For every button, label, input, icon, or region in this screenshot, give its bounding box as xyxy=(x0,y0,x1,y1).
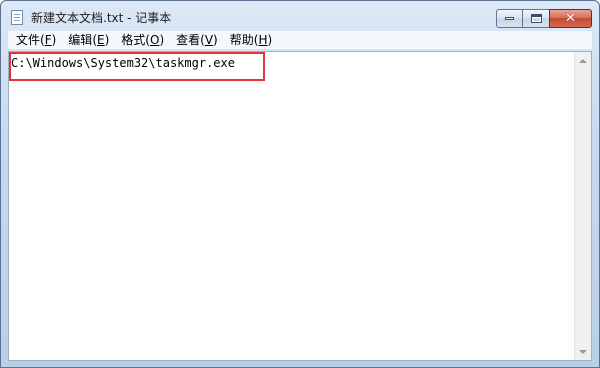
scroll-down-arrow-icon xyxy=(579,349,587,354)
menu-edit[interactable]: 编辑(E) xyxy=(62,31,115,50)
vertical-scrollbar[interactable] xyxy=(574,52,591,360)
text-editor-area[interactable]: C:\Windows\System32\taskmgr.exe xyxy=(8,51,592,361)
menu-view-mnemonic: V xyxy=(204,32,214,47)
menu-format-label: 格式 xyxy=(121,32,146,47)
title-bar[interactable]: 新建文本文档.txt - 记事本 ✕ xyxy=(1,1,599,31)
scroll-down-button[interactable] xyxy=(575,343,591,360)
menu-edit-mnemonic: E xyxy=(97,32,105,47)
notepad-icon xyxy=(11,10,23,25)
menu-edit-label: 编辑 xyxy=(68,32,93,47)
maximize-button[interactable] xyxy=(522,9,549,28)
scroll-up-button[interactable] xyxy=(575,52,591,69)
menu-format-mnemonic: O xyxy=(149,32,160,47)
notepad-window: 新建文本文档.txt - 记事本 ✕ 文件(F) 编辑(E) 格式(O) 查看(… xyxy=(0,0,600,368)
menu-file[interactable]: 文件(F) xyxy=(10,31,62,50)
window-title: 新建文本文档.txt - 记事本 xyxy=(31,11,172,25)
menu-help-mnemonic: H xyxy=(258,32,268,47)
menu-format[interactable]: 格式(O) xyxy=(115,31,170,50)
menu-view[interactable]: 查看(V) xyxy=(170,31,224,50)
menu-help-label: 帮助 xyxy=(229,32,254,47)
minimize-icon xyxy=(505,17,514,20)
close-button[interactable]: ✕ xyxy=(549,9,592,28)
menu-bar: 文件(F) 编辑(E) 格式(O) 查看(V) 帮助(H) xyxy=(8,31,592,50)
minimize-button[interactable] xyxy=(496,9,522,28)
highlight-annotation-box xyxy=(9,52,265,81)
menu-file-label: 文件 xyxy=(16,32,41,47)
maximize-icon xyxy=(530,14,542,23)
menu-view-label: 查看 xyxy=(176,32,201,47)
scroll-up-arrow-icon xyxy=(579,58,587,63)
menu-help[interactable]: 帮助(H) xyxy=(224,31,278,50)
close-icon: ✕ xyxy=(565,11,576,26)
menu-file-mnemonic: F xyxy=(44,32,52,47)
caption-buttons: ✕ xyxy=(496,9,592,28)
